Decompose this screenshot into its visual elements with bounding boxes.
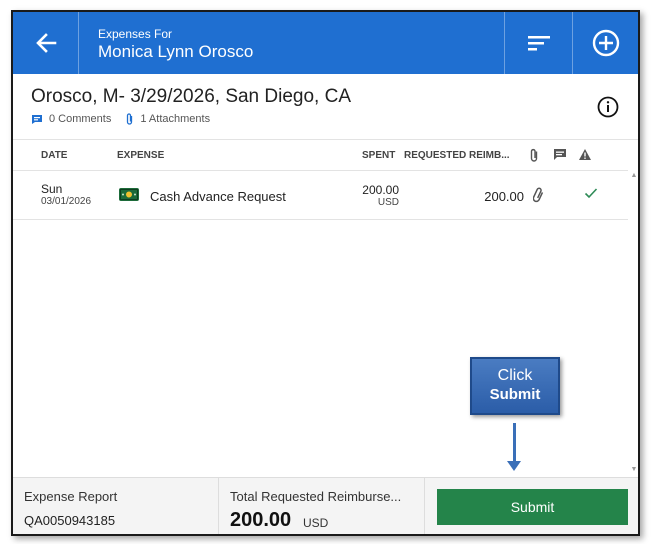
comment-icon	[32, 114, 42, 124]
plus-circle-icon	[592, 29, 619, 57]
header-subtitle: Expenses For	[98, 27, 173, 41]
back-button[interactable]	[13, 12, 79, 74]
row-status-check-icon	[584, 186, 598, 204]
report-meta: 0 Comments 1 Attachments	[31, 113, 210, 125]
warning-icon	[579, 149, 591, 160]
footer-bar: Expense Report QA0050943185 Total Reques…	[13, 477, 638, 534]
footer-report-info: Expense Report QA0050943185	[13, 478, 219, 534]
callout-arrow-line	[513, 423, 516, 463]
table-row[interactable]: Sun 03/01/2026 Cash Advance Request 200.…	[13, 171, 628, 219]
column-header-attachment	[529, 148, 539, 165]
total-currency: USD	[303, 516, 329, 530]
scroll-down-arrow-icon[interactable]: ▼	[630, 466, 638, 473]
row-reimbursement-amount: 200.00	[484, 189, 524, 204]
check-icon	[584, 188, 598, 199]
column-header-comment	[553, 148, 567, 164]
sort-button[interactable]	[504, 12, 572, 74]
comments-count: 0 Comments	[49, 113, 112, 125]
callout-line2: Submit	[489, 386, 541, 403]
row-spent-currency: USD	[377, 197, 399, 208]
callout-arrow-head	[507, 461, 521, 471]
total-requested-label: Total Requested Reimburse...	[230, 489, 402, 504]
report-info-button[interactable]	[597, 96, 619, 123]
row-date: 03/01/2026	[41, 196, 92, 207]
row-attachment-icon[interactable]	[532, 187, 544, 208]
app-window: Expenses For Monica Lynn Orosco Orosco, …	[11, 10, 640, 536]
column-header-date[interactable]: DATE	[41, 150, 67, 161]
header-titles: Expenses For Monica Lynn Orosco	[98, 27, 253, 63]
column-header-spent[interactable]: SPENT	[362, 150, 395, 161]
expense-report-label: Expense Report	[24, 489, 118, 504]
row-spent-amount: 200.00	[362, 183, 399, 197]
attachments-count: 1 Attachments	[140, 113, 211, 125]
click-submit-callout: Click Submit	[470, 357, 560, 415]
back-arrow-icon	[35, 33, 56, 53]
info-icon	[597, 96, 619, 118]
divider	[13, 219, 628, 220]
header-employee-name: Monica Lynn Orosco	[98, 42, 254, 61]
sort-icon	[527, 36, 550, 51]
callout-line1: Click	[497, 367, 533, 384]
comments-link[interactable]: 0 Comments	[31, 113, 111, 125]
total-amount: 200.00	[230, 509, 292, 531]
add-expense-button[interactable]	[572, 12, 638, 74]
scroll-up-arrow-icon[interactable]: ▲	[630, 172, 638, 179]
column-header-expense[interactable]: EXPENSE	[117, 150, 164, 161]
column-header-requested-reimbursement[interactable]: REQUESTED REIMB...	[404, 150, 510, 161]
paperclip-icon	[127, 113, 133, 125]
row-expense-name: Cash Advance Request	[150, 189, 286, 204]
report-title: Orosco, M- 3/29/2026, San Diego, CA	[31, 86, 351, 107]
footer-total: Total Requested Reimburse... 200.00 USD	[219, 478, 425, 534]
submit-button[interactable]: Submit	[437, 489, 628, 525]
paperclip-icon	[530, 148, 538, 162]
cash-advance-icon	[119, 188, 139, 201]
paperclip-icon	[532, 187, 544, 203]
expense-report-id: QA0050943185	[24, 513, 116, 528]
row-day: Sun	[41, 182, 63, 196]
table-header: DATE EXPENSE SPENT REQUESTED REIMB...	[13, 140, 638, 170]
attachments-link[interactable]: 1 Attachments	[125, 113, 210, 125]
comment-icon	[554, 149, 566, 160]
header-bar: Expenses For Monica Lynn Orosco	[13, 12, 638, 74]
column-header-warning	[578, 148, 592, 164]
